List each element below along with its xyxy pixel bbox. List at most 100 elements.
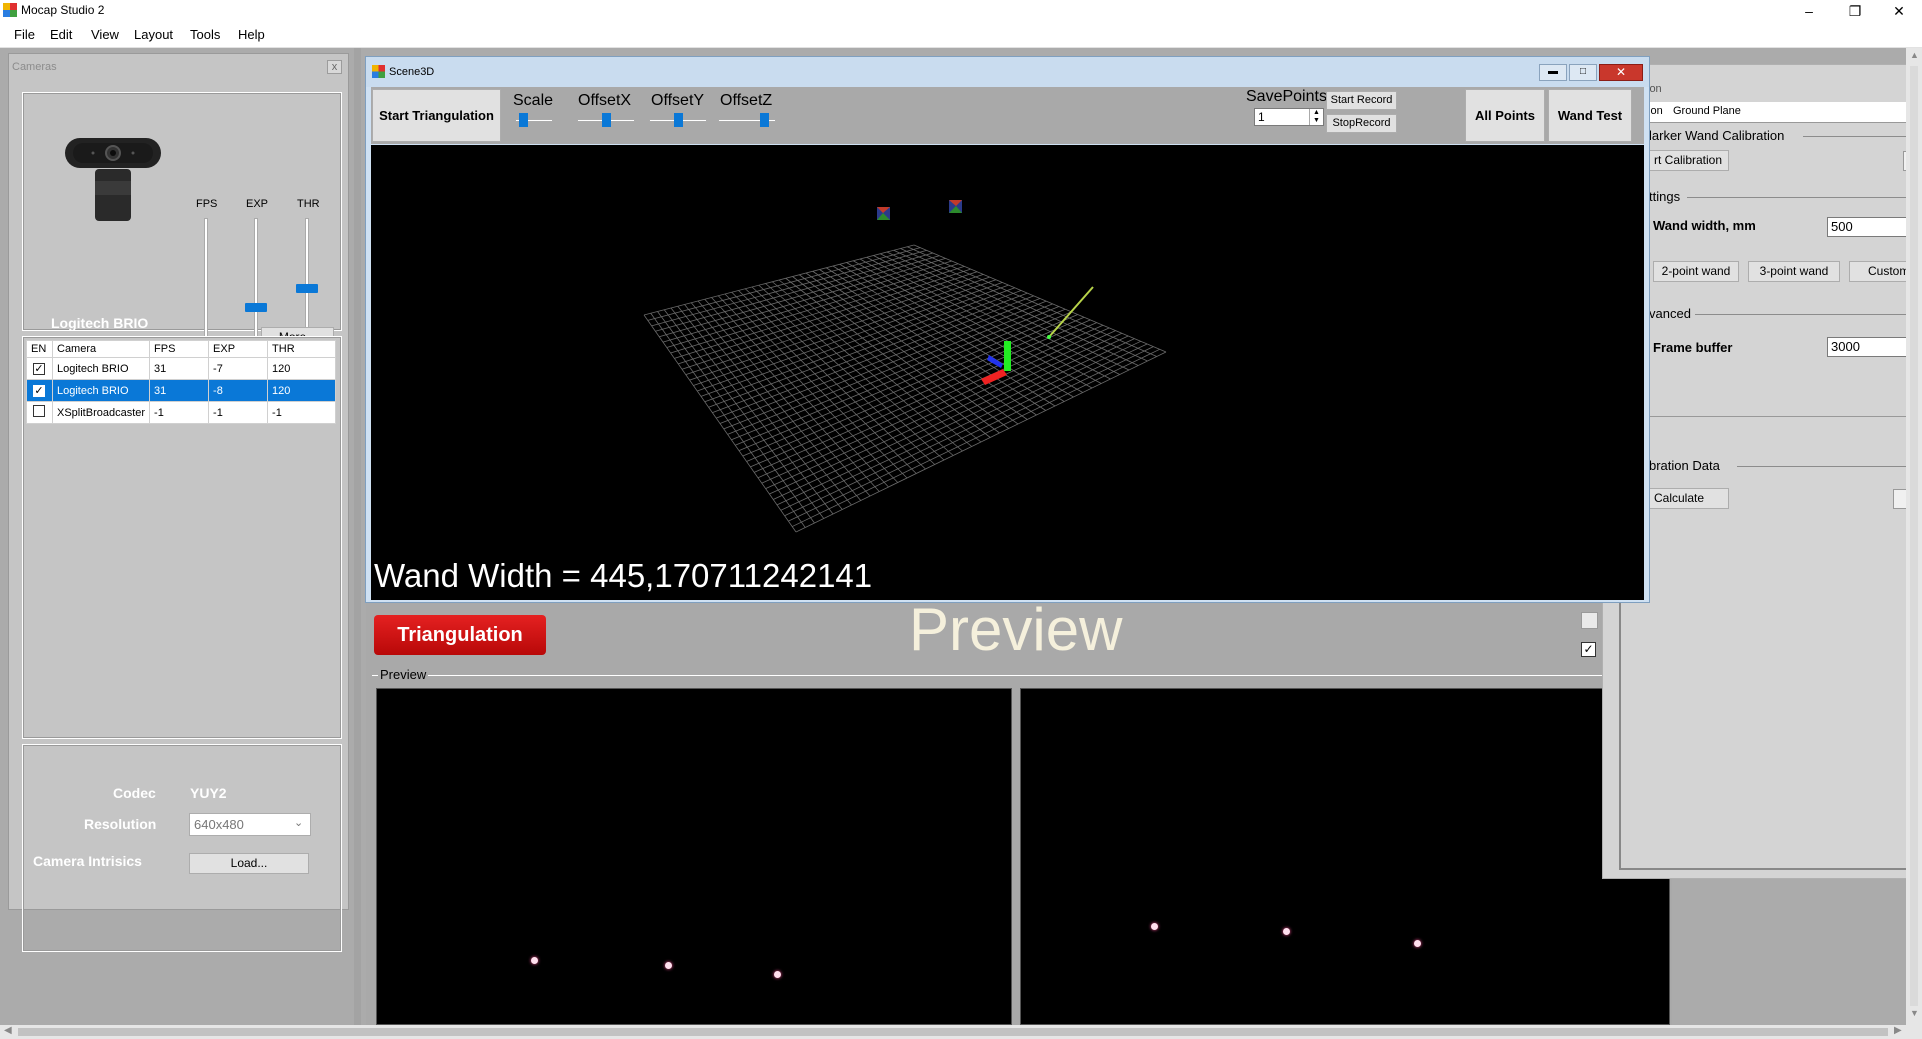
minimize-button[interactable]: –	[1786, 0, 1832, 22]
marker-point	[1151, 923, 1158, 930]
table-row[interactable]: ✓ Logitech BRIO 31 -8 120	[26, 379, 336, 402]
menu-layout[interactable]: Layout	[134, 27, 173, 42]
wand-point	[1047, 335, 1051, 339]
app-icon	[372, 65, 385, 78]
wand-width-overlay: Wand Width = 445,170711242141	[374, 557, 873, 594]
menu-tools[interactable]: Tools	[190, 27, 220, 42]
scale-slider[interactable]	[515, 113, 553, 129]
scene-objects	[877, 200, 1094, 385]
scene3d-title: Scene3D	[389, 66, 435, 78]
col-header-fps: FPS	[149, 340, 210, 358]
scene3d-titlebar: Scene3D ▬ □ ✕	[366, 57, 1649, 87]
fps-cell: 31	[149, 379, 210, 402]
scroll-up-icon[interactable]: ▲	[1910, 50, 1919, 60]
enable-checkbox[interactable]	[33, 405, 45, 417]
col-header-exp: EXP	[208, 340, 269, 358]
all-points-button[interactable]: All Points	[1465, 89, 1545, 142]
resolution-select[interactable]: 640x480 ⌄	[189, 813, 311, 836]
savepoints-value: 1	[1258, 110, 1265, 124]
preview-group-label: Preview	[378, 667, 429, 682]
scroll-right-icon[interactable]: ▶	[1894, 1025, 1902, 1036]
vertical-scrollbar[interactable]: ▲ ▼	[1906, 48, 1922, 1025]
wand-width-input[interactable]: 500	[1827, 217, 1913, 237]
codec-label: Codec	[113, 785, 156, 801]
offset-z-slider[interactable]	[718, 113, 776, 129]
col-header-camera: Camera	[51, 340, 151, 358]
close-button[interactable]: ✕	[1876, 0, 1922, 22]
panel-close-icon[interactable]: x	[327, 60, 342, 74]
start-record-button[interactable]: Start Record	[1326, 91, 1397, 110]
stop-record-button[interactable]: StopRecord	[1326, 114, 1397, 133]
table-header-row: EN Camera FPS EXP THR	[26, 340, 336, 358]
three-point-wand-button[interactable]: 3-point wand	[1748, 261, 1840, 282]
offset-x-slider[interactable]	[577, 113, 635, 129]
scroll-left-icon[interactable]: ◀	[4, 1025, 12, 1036]
marker-point	[665, 962, 672, 969]
menu-help[interactable]: Help	[238, 27, 265, 42]
camera-gizmo	[877, 207, 890, 220]
two-point-wand-button[interactable]: 2-point wand	[1653, 261, 1739, 282]
maximize-icon[interactable]: □	[1569, 64, 1597, 81]
menu-bar: File Edit View Layout Tools Help	[0, 22, 1922, 48]
savepoints-spinner[interactable]: 1 ▲ ▼	[1254, 108, 1324, 126]
wand-test-button[interactable]: Wand Test	[1548, 89, 1632, 142]
side-toggle-box[interactable]	[1581, 612, 1598, 629]
horizontal-scrollbar[interactable]: ◀ ▶	[0, 1025, 1922, 1039]
offset-z-label: OffsetZ	[720, 92, 773, 109]
calculate-button[interactable]: Calculate	[1649, 488, 1729, 509]
horizontal-scroll-thumb[interactable]	[18, 1028, 1888, 1036]
app-icon	[3, 3, 17, 17]
codec-group: Codec YUY2 Resolution 640x480 ⌄ Camera I…	[22, 744, 342, 952]
load-button[interactable]: Load...	[189, 853, 309, 874]
chevron-down-icon: ⌄	[294, 817, 304, 829]
thr-slider-thumb[interactable]	[296, 284, 318, 293]
marker-point	[1414, 940, 1421, 947]
offset-z-slider-thumb[interactable]	[760, 113, 769, 127]
minimize-icon[interactable]: ▬	[1539, 64, 1567, 81]
menu-view[interactable]: View	[91, 27, 119, 42]
frame-buffer-input[interactable]: 3000	[1827, 337, 1913, 357]
camera-table: EN Camera FPS EXP THR ✓ Logitech BRIO 31…	[26, 340, 336, 424]
spinner-down-icon[interactable]: ▼	[1309, 117, 1323, 125]
col-header-en: EN	[26, 340, 53, 358]
vertical-scroll-thumb[interactable]	[1910, 66, 1918, 1006]
custom-wand-button[interactable]: Custom	[1849, 261, 1913, 282]
close-icon[interactable]: ✕	[1599, 64, 1643, 81]
spinner-up-icon[interactable]: ▲	[1309, 109, 1323, 117]
title-bar: Mocap Studio 2 – ❐ ✕	[0, 0, 1922, 22]
exp-slider-thumb[interactable]	[245, 303, 267, 312]
resolution-value: 640x480	[194, 817, 244, 832]
panel-splitter[interactable]	[354, 48, 361, 1025]
fps-slider-label: FPS	[196, 198, 218, 210]
resolution-label: Resolution	[84, 816, 157, 832]
offset-x-slider-thumb[interactable]	[602, 113, 611, 127]
enable-checkbox[interactable]: ✓	[33, 384, 45, 397]
scene3d-toolbar: Start Triangulation Scale OffsetX Offset…	[371, 87, 1644, 144]
triangulation-button[interactable]: Triangulation	[374, 615, 546, 655]
table-row[interactable]: ✓ Logitech BRIO 31 -7 120	[26, 357, 336, 380]
start-calibration-button[interactable]: rt Calibration	[1649, 150, 1729, 171]
marker-point	[1283, 928, 1290, 935]
window-title: Mocap Studio 2	[21, 3, 105, 17]
enable-checkbox[interactable]: ✓	[33, 362, 45, 375]
table-row[interactable]: XSplitBroadcaster -1 -1 -1	[26, 401, 336, 424]
scene3d-viewport[interactable]: Wand Width = 445,170711242141	[371, 145, 1644, 600]
offset-y-slider-thumb[interactable]	[674, 113, 683, 127]
scale-slider-thumb[interactable]	[519, 113, 528, 127]
camera-preview-2[interactable]	[1020, 688, 1670, 1025]
offset-x-label: OffsetX	[578, 92, 632, 109]
marker-point	[531, 957, 538, 964]
camera-cell: XSplitBroadcaster	[51, 401, 151, 424]
col-header-thr: THR	[267, 340, 336, 358]
restore-button[interactable]: ❐	[1832, 0, 1878, 22]
tab-ground-plane[interactable]: Ground Plane	[1673, 105, 1741, 117]
start-triangulation-button[interactable]: Start Triangulation	[372, 89, 501, 142]
wand-width-label: Wand width, mm	[1653, 218, 1756, 233]
camera-preview-1[interactable]	[376, 688, 1012, 1025]
preview-checkbox[interactable]: ✓	[1581, 642, 1596, 657]
scroll-down-icon[interactable]: ▼	[1910, 1008, 1919, 1018]
menu-file[interactable]: File	[14, 27, 35, 42]
offset-y-slider[interactable]	[649, 113, 707, 129]
menu-edit[interactable]: Edit	[50, 27, 72, 42]
marker-wand-group-label: larker Wand Calibration	[1649, 128, 1785, 143]
